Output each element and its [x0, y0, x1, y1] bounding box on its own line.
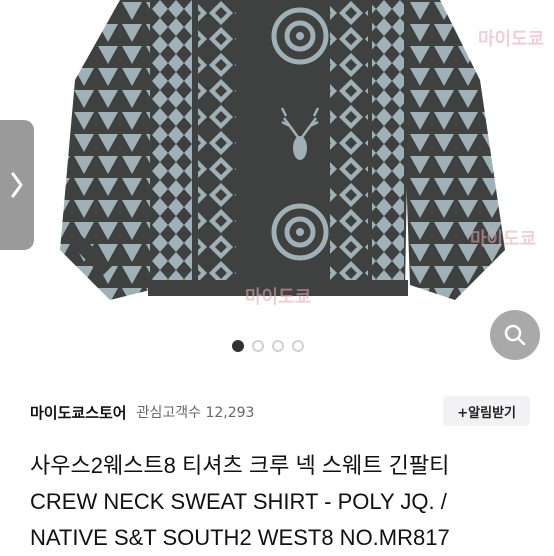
- store-info: 마이도쿄스토어 관심고객수 12,293 +알림받기: [30, 396, 530, 428]
- alarm-label: +알림받기: [457, 405, 516, 421]
- product-image-gallery[interactable]: 마이도쿄 마이도쿄 마이도쿄: [0, 0, 554, 372]
- gallery-prev-button[interactable]: [0, 120, 34, 250]
- pagination-dot[interactable]: [232, 340, 244, 352]
- search-icon: [504, 324, 526, 346]
- product-title-line: CREW NECK SWEAT SHIRT - POLY JQ. /: [30, 489, 447, 514]
- pagination-dot[interactable]: [272, 340, 284, 352]
- chevron-right-icon: [11, 172, 23, 198]
- zoom-button[interactable]: [490, 310, 540, 360]
- product-title: 사우스2웨스트8 티셔츠 크루 넥 스웨트 긴팔티 CREW NECK SWEA…: [30, 448, 550, 556]
- store-name[interactable]: 마이도쿄스토어: [30, 402, 127, 423]
- svg-text:마이도쿄: 마이도쿄: [245, 287, 311, 308]
- gallery-pagination: [232, 340, 304, 352]
- pagination-dot[interactable]: [252, 340, 264, 352]
- product-image: 마이도쿄 마이도쿄 마이도쿄: [60, 0, 544, 308]
- alarm-subscribe-button[interactable]: +알림받기: [443, 396, 530, 426]
- follower-count: 관심고객수 12,293: [136, 405, 255, 421]
- product-title-line: 사우스2웨스트8 티셔츠 크루 넥 스웨트 긴팔티: [30, 453, 450, 478]
- svg-text:마이도쿄: 마이도쿄: [470, 229, 536, 250]
- svg-text:마이도쿄: 마이도쿄: [478, 29, 544, 50]
- pagination-dot[interactable]: [292, 340, 304, 352]
- product-title-line: NATIVE S&T SOUTH2 WEST8 NO.MR817: [30, 525, 450, 550]
